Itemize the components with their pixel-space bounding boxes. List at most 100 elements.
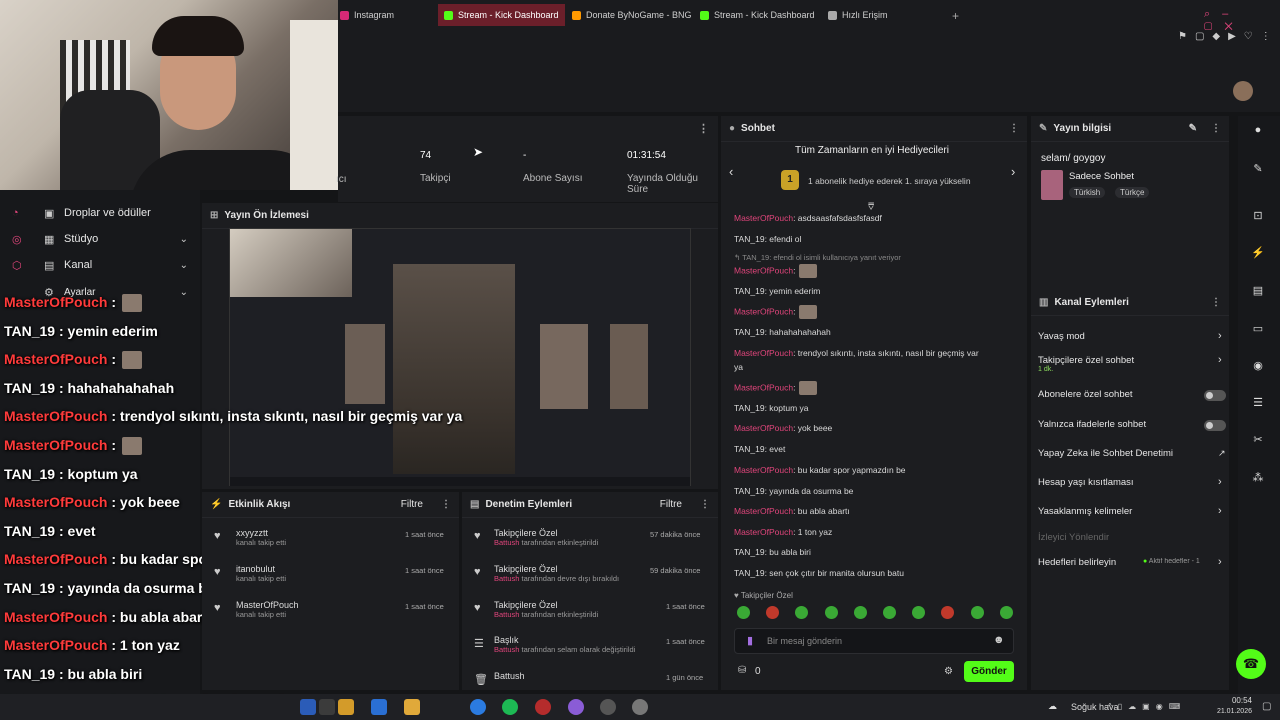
tag-chip[interactable]: Türkçe [1115,187,1150,198]
emote-image [799,305,818,319]
bolt-rail-icon[interactable]: ⚡ [1250,246,1266,262]
emote-icon[interactable] [853,606,867,619]
moderation-time: 1 saat önce [666,602,705,611]
overlay-chat-line: MasterOfPouch : [4,294,143,313]
store-icon[interactable] [371,699,387,715]
emote-icon[interactable] [737,606,750,619]
emote-icon[interactable] [883,606,896,619]
chevron-right-icon[interactable]: › [1218,354,1222,366]
files-icon[interactable] [319,699,335,715]
chevron-right-icon[interactable]: › [1218,505,1222,517]
stats-menu-icon[interactable]: ⋮ [698,122,709,135]
overlay-chat-line: TAN_19 : yayında da osurma be [4,580,215,596]
points-count: 0 [755,666,761,677]
channel-action-item[interactable]: Hedefleri belirleyin [1038,557,1116,568]
overlay-username: TAN_19 [4,665,56,682]
moderation-actor: Battush [494,574,520,583]
browser-tab[interactable]: Stream - Kick Dashboard [694,4,821,26]
channel-action-item[interactable]: Abonelere özel sohbet [1038,389,1133,400]
stat-label: Abone Sayısı [523,173,583,184]
chat-message: TAN_19: bu abla biri [734,547,811,557]
tray-icons[interactable]: ^▯☁▣◉⌨ [1108,702,1186,711]
document-icon[interactable]: ▤ [1250,284,1266,300]
activity-menu-icon[interactable]: ⋮ [441,499,451,510]
chat-message: MasterOfPouch: [734,264,818,278]
notification-icon[interactable]: ▢ [1262,701,1271,712]
info-icon[interactable]: ● [1250,124,1266,140]
browser-extension-icons[interactable]: ⚑▢◆▶♡⋮ [1178,31,1279,42]
wrench-rail-icon[interactable]: ✂ [1250,433,1266,449]
overlay-chat-line: TAN_19 : koptum ya [4,466,138,482]
moderation-action: tarafından selam olarak değiştirildi [521,645,636,654]
spotify-icon[interactable] [502,699,518,715]
collapse-icon[interactable]: ⩢ [868,202,874,213]
search-taskbar-icon[interactable] [300,699,316,715]
browser-tab[interactable]: Instagram [334,4,400,26]
broadcast-icon[interactable]: ◉ [1250,359,1266,375]
list-rail-icon[interactable]: ☰ [1250,396,1266,412]
chat-rail-icon[interactable]: ▭ [1250,322,1266,338]
opera-icon[interactable] [535,699,551,715]
chat-message-text: : bu kadar spor yapmazdın be [793,465,906,475]
channel-action-item[interactable]: Yalnızca ifadelerle sohbet [1038,419,1146,430]
help-button[interactable]: ☎ [1236,649,1266,679]
channel-action-item[interactable]: Yapay Zeka ile Sohbet Denetimi [1038,448,1173,459]
emote-icon[interactable] [970,606,984,619]
heart-icon: ♥ [214,530,221,542]
sidebar-item-drops[interactable]: ◔ ▣ Droplar ve ödüller [0,200,200,226]
avatar[interactable] [1233,81,1253,101]
nodes-icon[interactable]: ⁂ [1250,471,1266,487]
moderation-item: Takipçilere Özel Battush tarafından etkin… [494,528,598,547]
browser-tab-label: Donate ByNoGame - BNG [586,10,692,20]
channel-action-item[interactable]: Yasaklanmış kelimeler [1038,506,1132,517]
chat-input[interactable]: ▮ Bir mesaj gönderin ☻ [734,628,1014,654]
toggle-switch[interactable] [1204,420,1226,431]
studio-icon: ◎ [12,233,22,246]
pen-icon[interactable]: ✎ [1250,162,1266,178]
channel-actions-menu-icon[interactable]: ⋮ [1211,297,1221,308]
chevron-left-icon[interactable]: ‹ [729,164,733,179]
mic-icon[interactable]: ▮ [747,634,753,647]
chevron-right-icon[interactable]: › [1218,556,1222,568]
app-icon[interactable] [632,699,648,715]
channel-action-label: Yalnızca ifadelerle sohbet [1038,419,1147,430]
crop-icon[interactable]: ⊡ [1250,209,1266,225]
chevron-right-icon[interactable]: › [1011,164,1015,179]
chevron-right-icon[interactable]: › [1218,330,1222,342]
external-link-icon[interactable]: ↗ [1218,448,1226,459]
folder-icon[interactable] [338,699,354,715]
edge-icon[interactable] [470,699,486,715]
chat-username: MasterOfPouch [734,506,794,516]
send-button[interactable]: Gönder [964,661,1014,682]
moderation-menu-icon[interactable]: ⋮ [700,499,710,510]
channel-action-item[interactable]: Takipçilere özel sohbet 1 dk. [1038,355,1134,373]
chat-message-text: : sen çok çıtır bir manita olursun batu [764,568,904,578]
chat-settings-icon[interactable]: ⚙ [944,666,953,677]
sidebar-item-channel[interactable]: ⬡ ▤ Kanal ⌄ [0,252,200,278]
emoji-icon[interactable]: ☻ [993,634,1005,646]
browser-tab[interactable]: Stream - Kick Dashboard [438,4,565,26]
channel-action-item[interactable]: Yavaş mod [1038,331,1085,342]
browser-tab[interactable]: Donate ByNoGame - BNG [566,4,698,26]
chat-menu-icon[interactable]: ⋮ [1009,123,1019,134]
emote-icon[interactable] [824,606,838,619]
chat-username: TAN_19 [734,444,765,454]
edit-icon[interactable]: ✎ [1189,123,1197,134]
discord-icon[interactable] [568,699,584,715]
new-tab-icon[interactable]: + [952,9,959,23]
tag-chip[interactable]: Türkish [1069,187,1106,198]
app-icon[interactable] [404,699,420,715]
reply-note-text: TAN_19: efendi ol isimli kullanıcıya yan… [742,253,901,262]
moderation-filter-button[interactable]: Filtre [660,499,682,510]
obs-icon[interactable] [600,699,616,715]
toggle-switch[interactable] [1204,390,1226,401]
emote-icon[interactable] [999,606,1013,619]
sidebar-item-studio[interactable]: ◎ ▦ Stüdyo ⌄ [0,226,200,252]
browser-tab[interactable]: Hızlı Erişim [822,4,894,26]
stream-info-menu-icon[interactable]: ⋮ [1211,123,1221,134]
channel-action-item[interactable]: Hesap yaşı kısıtlaması [1038,477,1134,488]
chat-username: TAN_19 [734,547,765,557]
activity-filter-button[interactable]: Filtre [401,499,423,510]
drops-icon: ◔ [12,207,19,219]
chevron-right-icon[interactable]: › [1218,476,1222,488]
